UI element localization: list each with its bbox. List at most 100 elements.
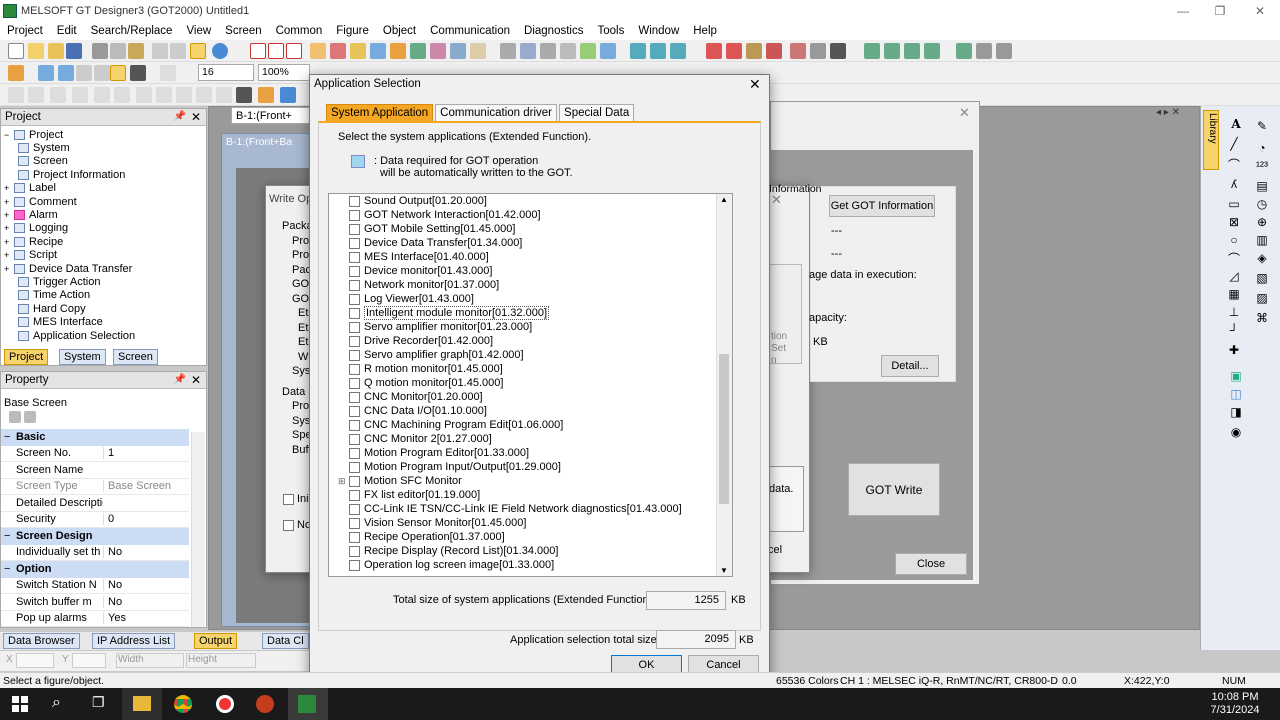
- checkbox[interactable]: [349, 209, 360, 221]
- image-icon[interactable]: ▣: [1226, 368, 1246, 384]
- tree-item-screen[interactable]: Screen: [4, 155, 206, 168]
- circle-icon[interactable]: ○: [1224, 232, 1244, 248]
- arc-icon[interactable]: ⌒: [1224, 250, 1244, 266]
- tool6-icon[interactable]: [976, 43, 992, 59]
- view3-icon[interactable]: [76, 65, 92, 81]
- tab-system-application[interactable]: System Application: [326, 104, 434, 121]
- checkbox[interactable]: [349, 517, 360, 529]
- sort-icon[interactable]: [9, 411, 21, 423]
- close-icon[interactable]: ✕: [959, 105, 970, 121]
- align4-icon[interactable]: [72, 87, 88, 103]
- view2-icon[interactable]: [58, 65, 74, 81]
- checkbox[interactable]: [349, 349, 360, 361]
- tab-special-data[interactable]: Special Data: [559, 104, 635, 121]
- redo-icon[interactable]: [170, 43, 186, 59]
- checkbox[interactable]: [349, 279, 360, 291]
- checkbox[interactable]: [349, 307, 360, 319]
- tree-item-label[interactable]: + Label: [4, 182, 206, 195]
- checkbox[interactable]: [349, 419, 360, 431]
- list-item[interactable]: CNC Monitor 2[01.27.000]: [329, 432, 492, 446]
- list-item[interactable]: Log Viewer[01.43.000]: [329, 292, 474, 306]
- lib-icon-7[interactable]: ▥: [1252, 232, 1272, 248]
- polygon-icon[interactable]: ⊠: [1224, 214, 1244, 230]
- list-item[interactable]: FX list editor[01.19.000]: [329, 488, 480, 502]
- prop-value[interactable]: Yes: [103, 612, 189, 625]
- list-item[interactable]: Vision Sensor Monitor[01.45.000]: [329, 516, 526, 530]
- checkbox[interactable]: [349, 489, 360, 501]
- align2-icon[interactable]: [28, 87, 44, 103]
- lib-icon-5[interactable]: ◷: [1252, 196, 1272, 212]
- object3-icon[interactable]: [350, 43, 366, 59]
- prop-row[interactable]: Switch buffer m No: [1, 594, 189, 611]
- tool7-icon[interactable]: [996, 43, 1012, 59]
- color-icon[interactable]: [130, 65, 146, 81]
- scroll-up-icon[interactable]: ▲: [720, 195, 728, 204]
- align3-icon[interactable]: [50, 87, 66, 103]
- object5-icon[interactable]: [390, 43, 406, 59]
- prop-row[interactable]: Screen Type Base Screen: [1, 479, 189, 495]
- menu-tools[interactable]: Tools: [590, 25, 631, 37]
- lib-icon-1[interactable]: ✎: [1252, 118, 1272, 134]
- screen2-icon[interactable]: [268, 43, 284, 59]
- object7-icon[interactable]: [430, 43, 446, 59]
- tree-item-alarm[interactable]: + Alarm: [4, 208, 206, 221]
- tree-item-system[interactable]: System: [4, 141, 206, 154]
- file-explorer-icon[interactable]: [133, 696, 151, 711]
- tree-item-application-selection[interactable]: Application Selection: [4, 329, 206, 342]
- checkbox[interactable]: [349, 265, 360, 277]
- prop-row[interactable]: Screen No. 1: [1, 446, 189, 462]
- help-icon[interactable]: [212, 43, 228, 59]
- diag6-icon[interactable]: [810, 43, 826, 59]
- checkbox[interactable]: [349, 321, 360, 333]
- library-tab[interactable]: Library: [1203, 110, 1219, 170]
- tab-project[interactable]: Project: [4, 349, 49, 365]
- tree-item-trigger-action[interactable]: Trigger Action: [4, 275, 206, 288]
- pin-icon[interactable]: 📌: [174, 111, 186, 122]
- list-item[interactable]: Device Data Transfer[01.34.000]: [329, 236, 522, 250]
- minimize-button[interactable]: —: [1163, 0, 1203, 21]
- maximize-button[interactable]: ❐: [1200, 0, 1240, 21]
- diag5-icon[interactable]: [790, 43, 806, 59]
- tree-item-mes-interface[interactable]: MES Interface: [4, 315, 206, 328]
- comm3-icon[interactable]: [540, 43, 556, 59]
- list-item[interactable]: Motion Program Editor[01.33.000]: [329, 446, 529, 460]
- lib-icon-3[interactable]: ¹²³: [1252, 158, 1272, 174]
- prop-value[interactable]: No: [103, 579, 189, 592]
- get-got-information-button[interactable]: Get GOT Information: [829, 195, 935, 217]
- window-nav-icons[interactable]: ◂ ▸ ✕: [1156, 107, 1180, 118]
- prop-row[interactable]: Individually set th No: [1, 545, 189, 561]
- checkbox[interactable]: [349, 363, 360, 375]
- checkbox[interactable]: [349, 447, 360, 459]
- y-field[interactable]: [72, 653, 106, 668]
- checkbox[interactable]: [349, 559, 360, 571]
- align6-icon[interactable]: [114, 87, 130, 103]
- list-item[interactable]: CC-Link IE TSN/CC-Link IE Field Network …: [329, 502, 682, 516]
- prop-row[interactable]: Screen Name: [1, 462, 189, 479]
- open-folder-icon[interactable]: [48, 43, 64, 59]
- prop-row[interactable]: Switch Station N No: [1, 578, 189, 594]
- tree-item-comment[interactable]: + Comment: [4, 195, 206, 208]
- font-size-select[interactable]: 16: [198, 64, 254, 81]
- init-checkbox[interactable]: [283, 494, 294, 505]
- tree-item-project[interactable]: − Project: [4, 128, 206, 141]
- list-item[interactable]: GOT Mobile Setting[01.45.000]: [329, 222, 515, 236]
- align-icon[interactable]: [8, 87, 24, 103]
- lamp-icon[interactable]: ◉: [1226, 424, 1246, 440]
- list-item[interactable]: Recipe Operation[01.37.000]: [329, 530, 505, 544]
- prop-value[interactable]: 1: [103, 447, 189, 460]
- save-icon[interactable]: [66, 43, 82, 59]
- list-item[interactable]: GOT Network Interaction[01.42.000]: [329, 208, 541, 222]
- task-view-icon[interactable]: ❐: [92, 694, 105, 711]
- menu-screen[interactable]: Screen: [218, 25, 268, 37]
- lib-icon-10[interactable]: ▨: [1252, 290, 1272, 306]
- align9-icon[interactable]: [176, 87, 192, 103]
- tree-item-project-information[interactable]: Project Information: [4, 168, 206, 181]
- menu-project[interactable]: Project: [0, 25, 50, 37]
- scale-icon[interactable]: ⊥: [1224, 304, 1244, 320]
- tool3-icon[interactable]: [904, 43, 920, 59]
- comm9-icon[interactable]: [670, 43, 686, 59]
- align5-icon[interactable]: [94, 87, 110, 103]
- zoom-select[interactable]: 100%: [258, 64, 310, 81]
- lib-icon-11[interactable]: ⌘: [1252, 310, 1272, 326]
- scroll-thumb[interactable]: [719, 354, 729, 504]
